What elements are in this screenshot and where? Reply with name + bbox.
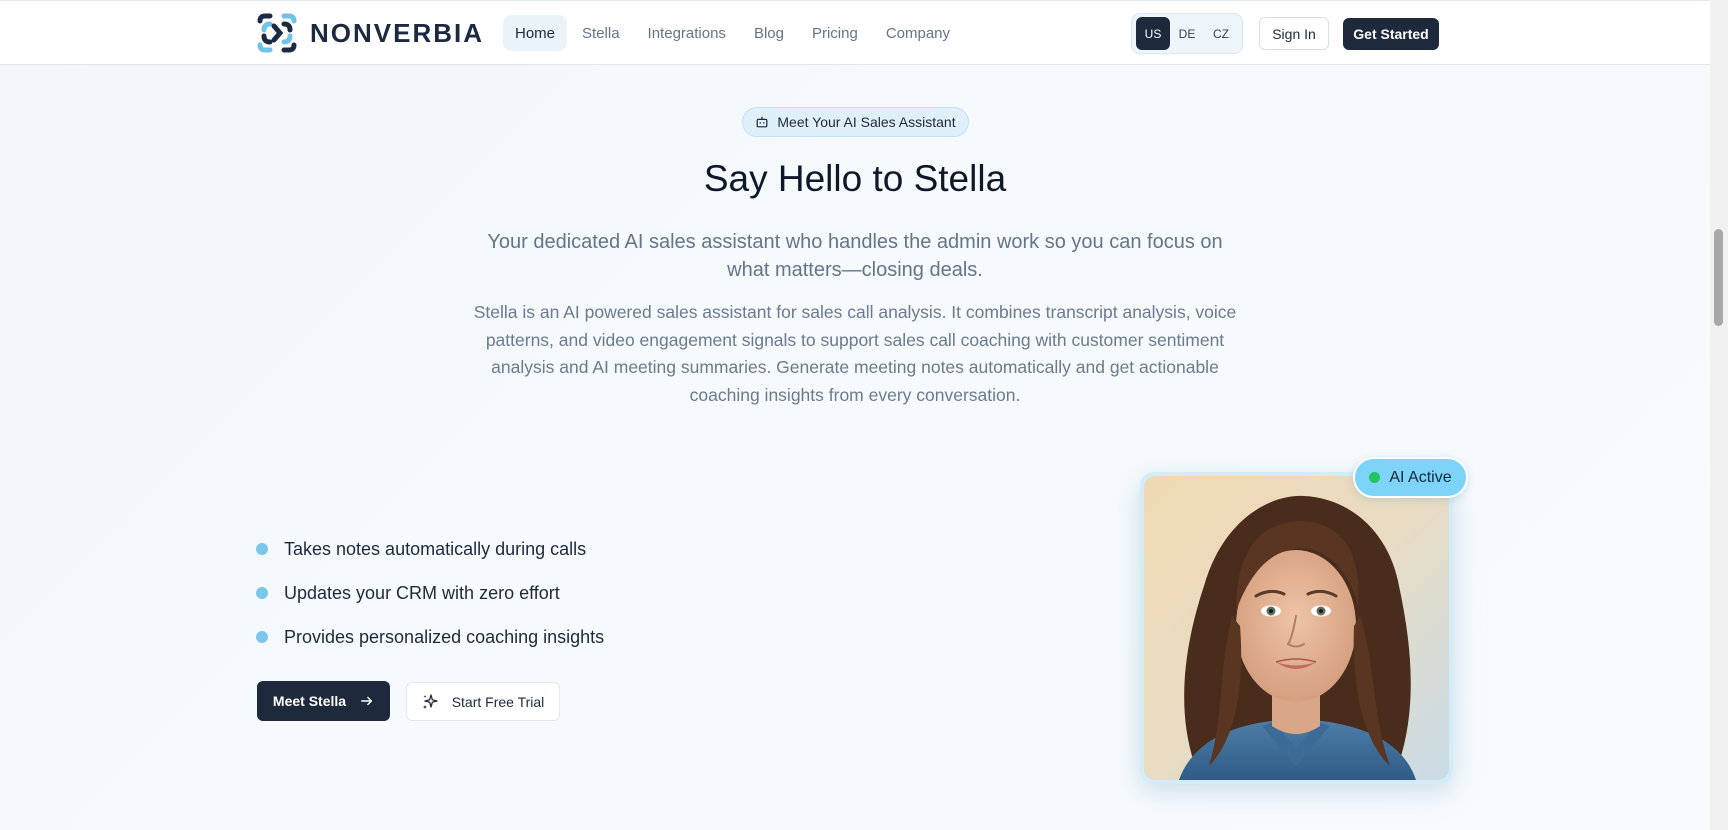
meet-stella-label: Meet Stella [272, 693, 347, 709]
get-started-button[interactable]: Get Started [1343, 18, 1439, 50]
robot-icon [756, 116, 768, 128]
ai-active-status-badge: AI Active [1353, 457, 1468, 498]
hero-description: Stella is an AI powered sales assistant … [473, 302, 1237, 405]
main-nav: Home Stella Integrations Blog Pricing Co… [503, 15, 967, 51]
nav-item-stella[interactable]: Stella [571, 15, 631, 51]
feature-text: Updates your CRM with zero effort [284, 582, 560, 603]
lang-option-us[interactable]: US [1136, 17, 1170, 50]
stella-portrait-image [1144, 476, 1449, 780]
meet-stella-button[interactable]: Meet Stella [257, 681, 390, 721]
brand-name: NONVERBIA [310, 17, 485, 48]
scrollbar-track[interactable] [1710, 0, 1728, 830]
status-dot-icon [1369, 472, 1381, 483]
list-item: Updates your CRM with zero effort [256, 582, 604, 604]
bullet-dot-icon [256, 631, 268, 643]
nonverbia-logo-icon [257, 13, 297, 53]
bullet-dot-icon [256, 543, 268, 555]
feature-list: Takes notes automatically during calls U… [256, 538, 604, 670]
feature-text: Takes notes automatically during calls [284, 538, 587, 559]
feature-text: Provides personalized coaching insights [284, 626, 605, 647]
list-item: Takes notes automatically during calls [256, 538, 604, 560]
site-header: NONVERBIA Home Stella Integrations Blog … [0, 0, 1728, 65]
scrollbar-thumb[interactable] [1714, 229, 1723, 326]
sign-in-button[interactable]: Sign In [1259, 17, 1329, 50]
lang-option-de[interactable]: DE [1170, 17, 1204, 50]
stella-portrait-card [1140, 472, 1453, 784]
nav-item-integrations[interactable]: Integrations [637, 15, 737, 51]
hero-badge: Meet Your AI Sales Assistant [742, 107, 969, 137]
hero-badge-label: Meet Your AI Sales Assistant [777, 114, 956, 130]
nav-item-blog[interactable]: Blog [743, 15, 795, 51]
hero-subtitle: Your dedicated AI sales assistant who ha… [487, 231, 1223, 281]
sparkles-icon [422, 693, 438, 709]
ai-active-label: AI Active [1389, 468, 1452, 486]
nav-item-company[interactable]: Company [875, 15, 961, 51]
start-free-trial-button[interactable]: Start Free Trial [406, 682, 560, 721]
language-switcher: US DE CZ [1131, 13, 1243, 54]
brand-logo[interactable]: NONVERBIA [256, 12, 484, 54]
nav-item-pricing[interactable]: Pricing [801, 15, 869, 51]
arrow-right-icon [360, 694, 374, 708]
bullet-dot-icon [256, 587, 268, 599]
hero-title: Say Hello to Stella [703, 158, 1007, 199]
lang-option-cz[interactable]: CZ [1204, 17, 1238, 50]
start-free-trial-label: Start Free Trial [451, 693, 545, 710]
list-item: Provides personalized coaching insights [256, 626, 604, 648]
nav-item-home[interactable]: Home [503, 15, 568, 51]
